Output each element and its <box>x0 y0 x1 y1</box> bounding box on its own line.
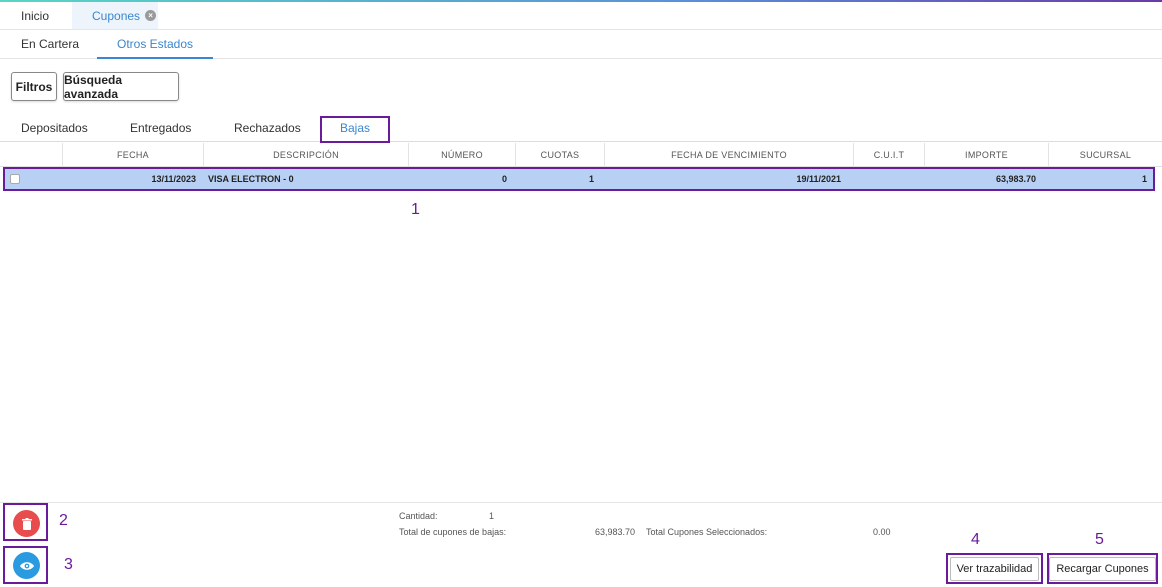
tab-depositados-label: Depositados <box>21 120 88 135</box>
tab-cupones[interactable]: Cupones × <box>72 2 158 29</box>
annotation-4: 4 <box>971 531 980 548</box>
tab-otros-estados[interactable]: Otros Estados <box>97 30 213 59</box>
col-fecha-vencimiento[interactable]: FECHA DE VENCIMIENTO <box>604 143 853 167</box>
ver-trazabilidad-label: Ver trazabilidad <box>949 556 1040 581</box>
col-numero[interactable]: NÚMERO <box>408 143 515 167</box>
tab-en-cartera-label: En Cartera <box>21 37 80 51</box>
busqueda-avanzada-button[interactable]: Búsqueda avanzada <box>63 72 179 101</box>
delete-button[interactable] <box>13 510 40 537</box>
ver-trazabilidad-button[interactable]: Ver trazabilidad <box>946 553 1043 584</box>
recargar-cupones-button[interactable]: Recargar Cupones <box>1047 553 1158 584</box>
cantidad-label: Cantidad: <box>399 511 438 521</box>
cantidad-value: 1 <box>489 511 495 521</box>
total-bajas-label: Total de cupones de bajas: <box>399 527 507 537</box>
cell-fecha: 13/11/2023 <box>151 174 196 184</box>
col-cuit[interactable]: C.U.I.T <box>853 143 924 167</box>
cell-sucursal: 1 <box>1141 174 1147 184</box>
annotation-1: 1 <box>411 201 420 218</box>
state-tab-bar: Depositados Entregados Rechazados Bajas <box>0 114 1162 143</box>
row-checkbox[interactable] <box>10 174 20 184</box>
table-row[interactable]: 13/11/2023 VISA ELECTRON - 0 0 1 19/11/2… <box>3 167 1155 191</box>
eye-icon <box>19 561 34 570</box>
tab-depositados[interactable]: Depositados <box>21 114 88 141</box>
tab-cupones-label: Cupones <box>92 8 141 23</box>
sub-tab-bar: En Cartera Otros Estados <box>0 30 1162 59</box>
view-button[interactable] <box>13 552 40 579</box>
annotation-5: 5 <box>1095 531 1104 548</box>
filtros-button[interactable]: Filtros <box>11 72 57 101</box>
annotation-2: 2 <box>59 512 68 529</box>
tab-otros-estados-label: Otros Estados <box>116 36 194 51</box>
cell-importe: 63,983.70 <box>995 174 1036 184</box>
recargar-cupones-label: Recargar Cupones <box>1049 556 1156 581</box>
annotation-3: 3 <box>64 556 73 573</box>
grid-header: FECHA DESCRIPCIÓN NÚMERO CUOTAS FECHA DE… <box>0 143 1162 167</box>
view-button-highlight <box>3 546 48 584</box>
tab-entregados-label: Entregados <box>130 120 192 135</box>
col-cuotas[interactable]: CUOTAS <box>515 143 604 167</box>
tab-rechazados[interactable]: Rechazados <box>234 114 301 141</box>
cell-numero: 0 <box>501 174 507 184</box>
cell-vencimiento: 19/11/2021 <box>796 174 841 184</box>
cell-cuit <box>855 169 920 189</box>
cell-cuotas: 1 <box>588 174 594 184</box>
cell-descripcion: VISA ELECTRON - 0 <box>208 174 294 184</box>
col-importe[interactable]: IMPORTE <box>924 143 1048 167</box>
total-seleccionados-value: 0.00 <box>873 527 891 537</box>
trash-icon <box>21 517 32 530</box>
col-descripcion[interactable]: DESCRIPCIÓN <box>203 143 408 167</box>
app-tab-bar: Inicio Cupones × <box>0 2 1162 30</box>
tab-bajas[interactable]: Bajas <box>320 116 390 143</box>
col-fecha[interactable]: FECHA <box>62 143 203 167</box>
tab-bajas-label: Bajas <box>339 121 371 135</box>
col-sucursal[interactable]: SUCURSAL <box>1048 143 1162 167</box>
tab-en-cartera[interactable]: En Cartera <box>21 30 79 58</box>
total-seleccionados-label: Total Cupones Seleccionados: <box>646 527 768 537</box>
tab-entregados[interactable]: Entregados <box>130 114 191 141</box>
tab-inicio[interactable]: Inicio <box>21 2 49 29</box>
total-bajas-value: 63,983.70 <box>595 527 636 537</box>
close-icon[interactable]: × <box>145 10 157 21</box>
delete-button-highlight <box>3 503 48 541</box>
tab-inicio-label: Inicio <box>21 8 50 23</box>
tab-rechazados-label: Rechazados <box>234 120 301 135</box>
